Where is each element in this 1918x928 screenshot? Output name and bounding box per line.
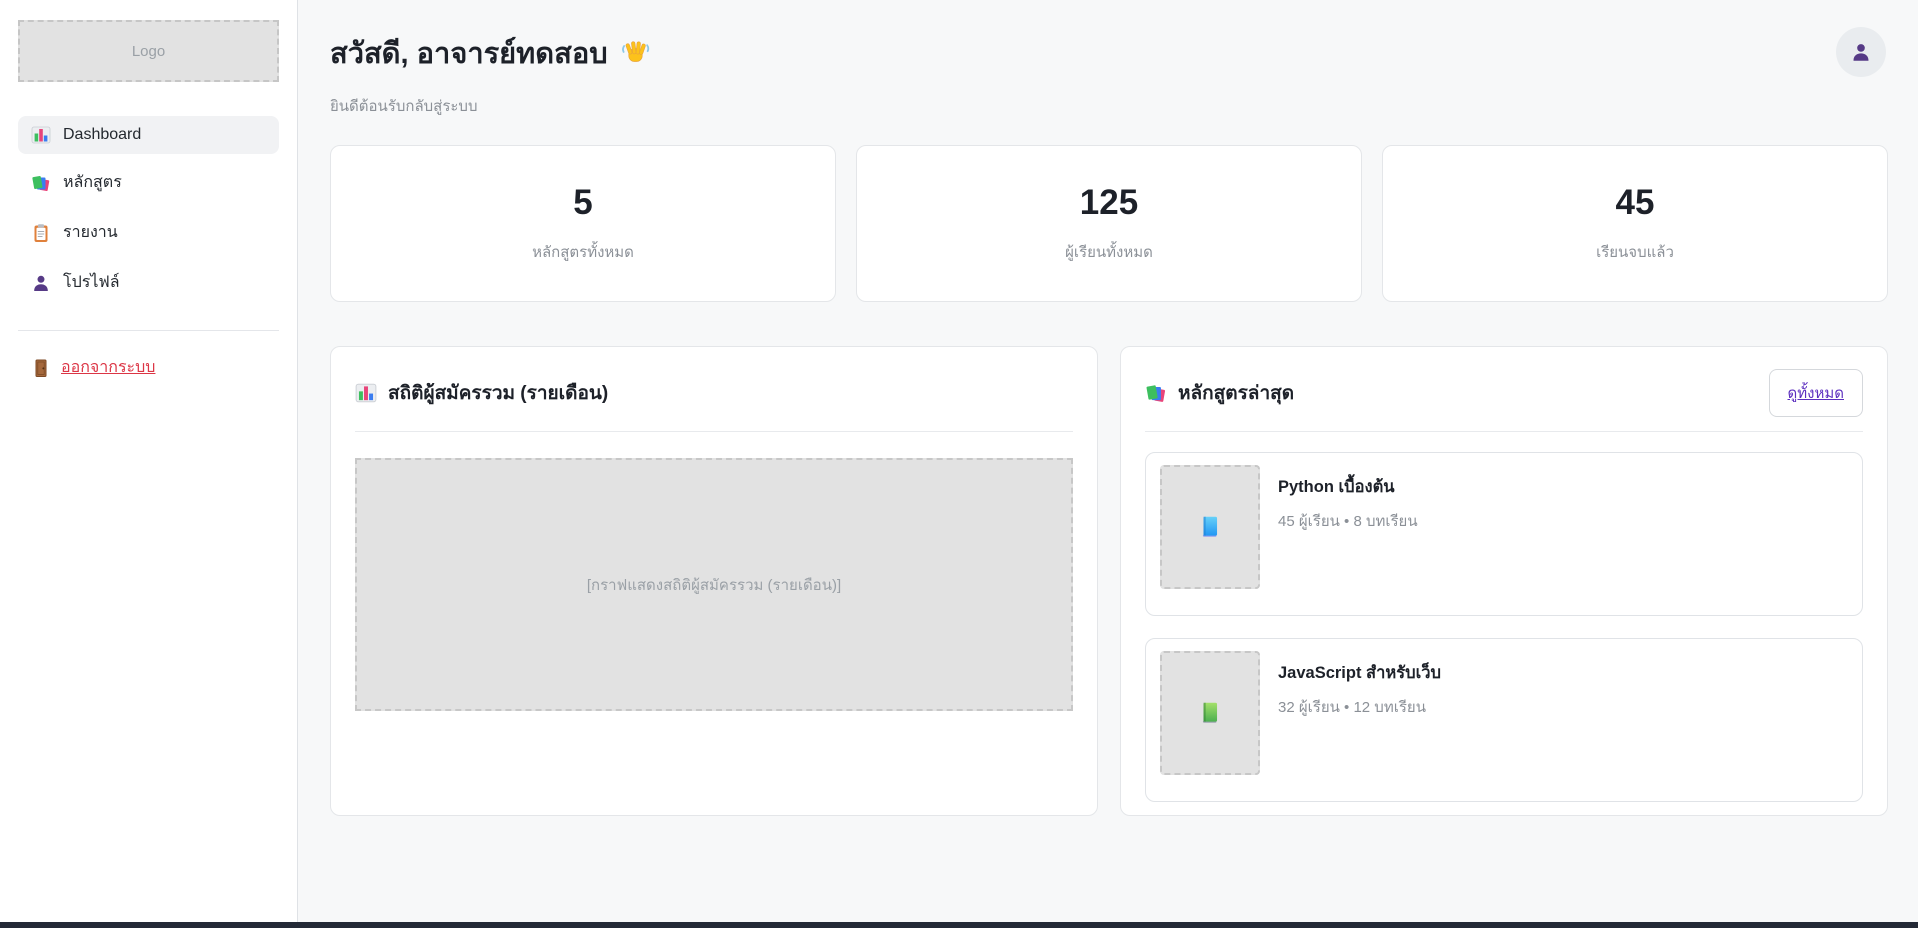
clipboard-icon bbox=[31, 223, 51, 243]
course-item-javascript[interactable]: JavaScript สำหรับเว็บ 32 ผู้เรียน • 12 บ… bbox=[1145, 638, 1863, 802]
person-icon bbox=[31, 273, 51, 293]
stat-value: 125 bbox=[1080, 183, 1138, 223]
stats-row: 5 หลักสูตรทั้งหมด 125 ผู้เรียนทั้งหมด 45… bbox=[330, 145, 1888, 302]
dashboard-page: Logo Dashboard หลักสูตร รายงาน bbox=[0, 0, 1918, 928]
logout-link[interactable]: ออกจากระบบ bbox=[18, 355, 279, 380]
door-icon bbox=[31, 358, 51, 378]
logo-text: Logo bbox=[132, 43, 165, 60]
course-meta: 32 ผู้เรียน • 12 บทเรียน bbox=[1278, 695, 1441, 719]
sidebar-item-dashboard[interactable]: Dashboard bbox=[18, 116, 279, 154]
avatar[interactable] bbox=[1836, 27, 1886, 77]
green-book-icon bbox=[1197, 700, 1223, 726]
panel-title: สถิติผู้สมัครรวม (รายเดือน) bbox=[355, 378, 608, 408]
logo-placeholder: Logo bbox=[18, 20, 279, 82]
sidebar-item-reports[interactable]: รายงาน bbox=[18, 211, 279, 254]
course-title: Python เบื้องต้น bbox=[1278, 474, 1418, 500]
course-meta: 45 ผู้เรียน • 8 บทเรียน bbox=[1278, 509, 1418, 533]
page-title: สวัสดี, อาจารย์ทดสอบ bbox=[330, 30, 1888, 76]
sidebar-divider bbox=[18, 330, 279, 331]
stat-value: 45 bbox=[1616, 183, 1655, 223]
latest-courses-panel: หลักสูตรล่าสุด ดูทั้งหมด Python เบื้องต bbox=[1120, 346, 1888, 816]
books-icon bbox=[31, 173, 51, 193]
greeting-text: สวัสดี, อาจารย์ทดสอบ bbox=[330, 30, 608, 76]
stat-card-total-students: 125 ผู้เรียนทั้งหมด bbox=[856, 145, 1362, 302]
stat-label: เรียนจบแล้ว bbox=[1596, 240, 1674, 264]
panel-title-text: หลักสูตรล่าสุด bbox=[1178, 378, 1294, 408]
course-list: Python เบื้องต้น 45 ผู้เรียน • 8 บทเรียน… bbox=[1145, 452, 1863, 802]
person-icon bbox=[1850, 41, 1872, 63]
cards-row: สถิติผู้สมัครรวม (รายเดือน) [กราฟแสดงสถิ… bbox=[330, 346, 1888, 816]
course-thumbnail-placeholder bbox=[1160, 651, 1260, 775]
sidebar-nav: Dashboard หลักสูตร รายงาน โปรไฟล์ bbox=[18, 116, 279, 304]
panel-divider bbox=[1145, 431, 1863, 432]
view-all-button[interactable]: ดูทั้งหมด bbox=[1769, 369, 1863, 417]
sidebar: Logo Dashboard หลักสูตร รายงาน bbox=[0, 0, 298, 928]
stat-label: หลักสูตรทั้งหมด bbox=[532, 240, 634, 264]
course-info: Python เบื้องต้น 45 ผู้เรียน • 8 บทเรียน bbox=[1278, 465, 1418, 603]
panel-title-row: หลักสูตรล่าสุด ดูทั้งหมด bbox=[1145, 369, 1863, 417]
sidebar-item-label: โปรไฟล์ bbox=[63, 270, 120, 295]
panel-title: หลักสูตรล่าสุด bbox=[1145, 378, 1294, 408]
page-subtitle: ยินดีต้อนรับกลับสู่ระบบ bbox=[330, 94, 1888, 118]
course-item-python[interactable]: Python เบื้องต้น 45 ผู้เรียน • 8 บทเรียน bbox=[1145, 452, 1863, 616]
enrollment-stats-panel: สถิติผู้สมัครรวม (รายเดือน) [กราฟแสดงสถิ… bbox=[330, 346, 1098, 816]
sidebar-item-label: Dashboard bbox=[63, 126, 141, 144]
sidebar-item-label: หลักสูตร bbox=[63, 170, 122, 195]
sidebar-item-label: รายงาน bbox=[63, 220, 118, 245]
bar-chart-icon bbox=[31, 125, 51, 145]
panel-title-row: สถิติผู้สมัครรวม (รายเดือน) bbox=[355, 369, 1073, 417]
stat-card-completed: 45 เรียนจบแล้ว bbox=[1382, 145, 1888, 302]
course-info: JavaScript สำหรับเว็บ 32 ผู้เรียน • 12 บ… bbox=[1278, 651, 1441, 789]
chart-placeholder: [กราฟแสดงสถิติผู้สมัครรวม (รายเดือน)] bbox=[355, 458, 1073, 711]
panel-divider bbox=[355, 431, 1073, 432]
panel-title-text: สถิติผู้สมัครรวม (รายเดือน) bbox=[388, 378, 608, 408]
course-title: JavaScript สำหรับเว็บ bbox=[1278, 660, 1441, 686]
waving-hand-icon bbox=[620, 38, 651, 69]
blue-book-icon bbox=[1197, 514, 1223, 540]
bar-chart-icon bbox=[355, 382, 377, 404]
sidebar-item-profile[interactable]: โปรไฟล์ bbox=[18, 261, 279, 304]
course-thumbnail-placeholder bbox=[1160, 465, 1260, 589]
bottom-window-edge bbox=[0, 922, 1918, 928]
chart-placeholder-text: [กราฟแสดงสถิติผู้สมัครรวม (รายเดือน)] bbox=[587, 573, 841, 597]
stat-label: ผู้เรียนทั้งหมด bbox=[1065, 240, 1153, 264]
stat-value: 5 bbox=[573, 183, 592, 223]
sidebar-item-courses[interactable]: หลักสูตร bbox=[18, 161, 279, 204]
logout-label: ออกจากระบบ bbox=[61, 355, 155, 380]
main-content: สวัสดี, อาจารย์ทดสอบ ยินดีต้อนรับกลับสู่… bbox=[298, 0, 1918, 928]
stat-card-total-courses: 5 หลักสูตรทั้งหมด bbox=[330, 145, 836, 302]
books-icon bbox=[1145, 382, 1167, 404]
